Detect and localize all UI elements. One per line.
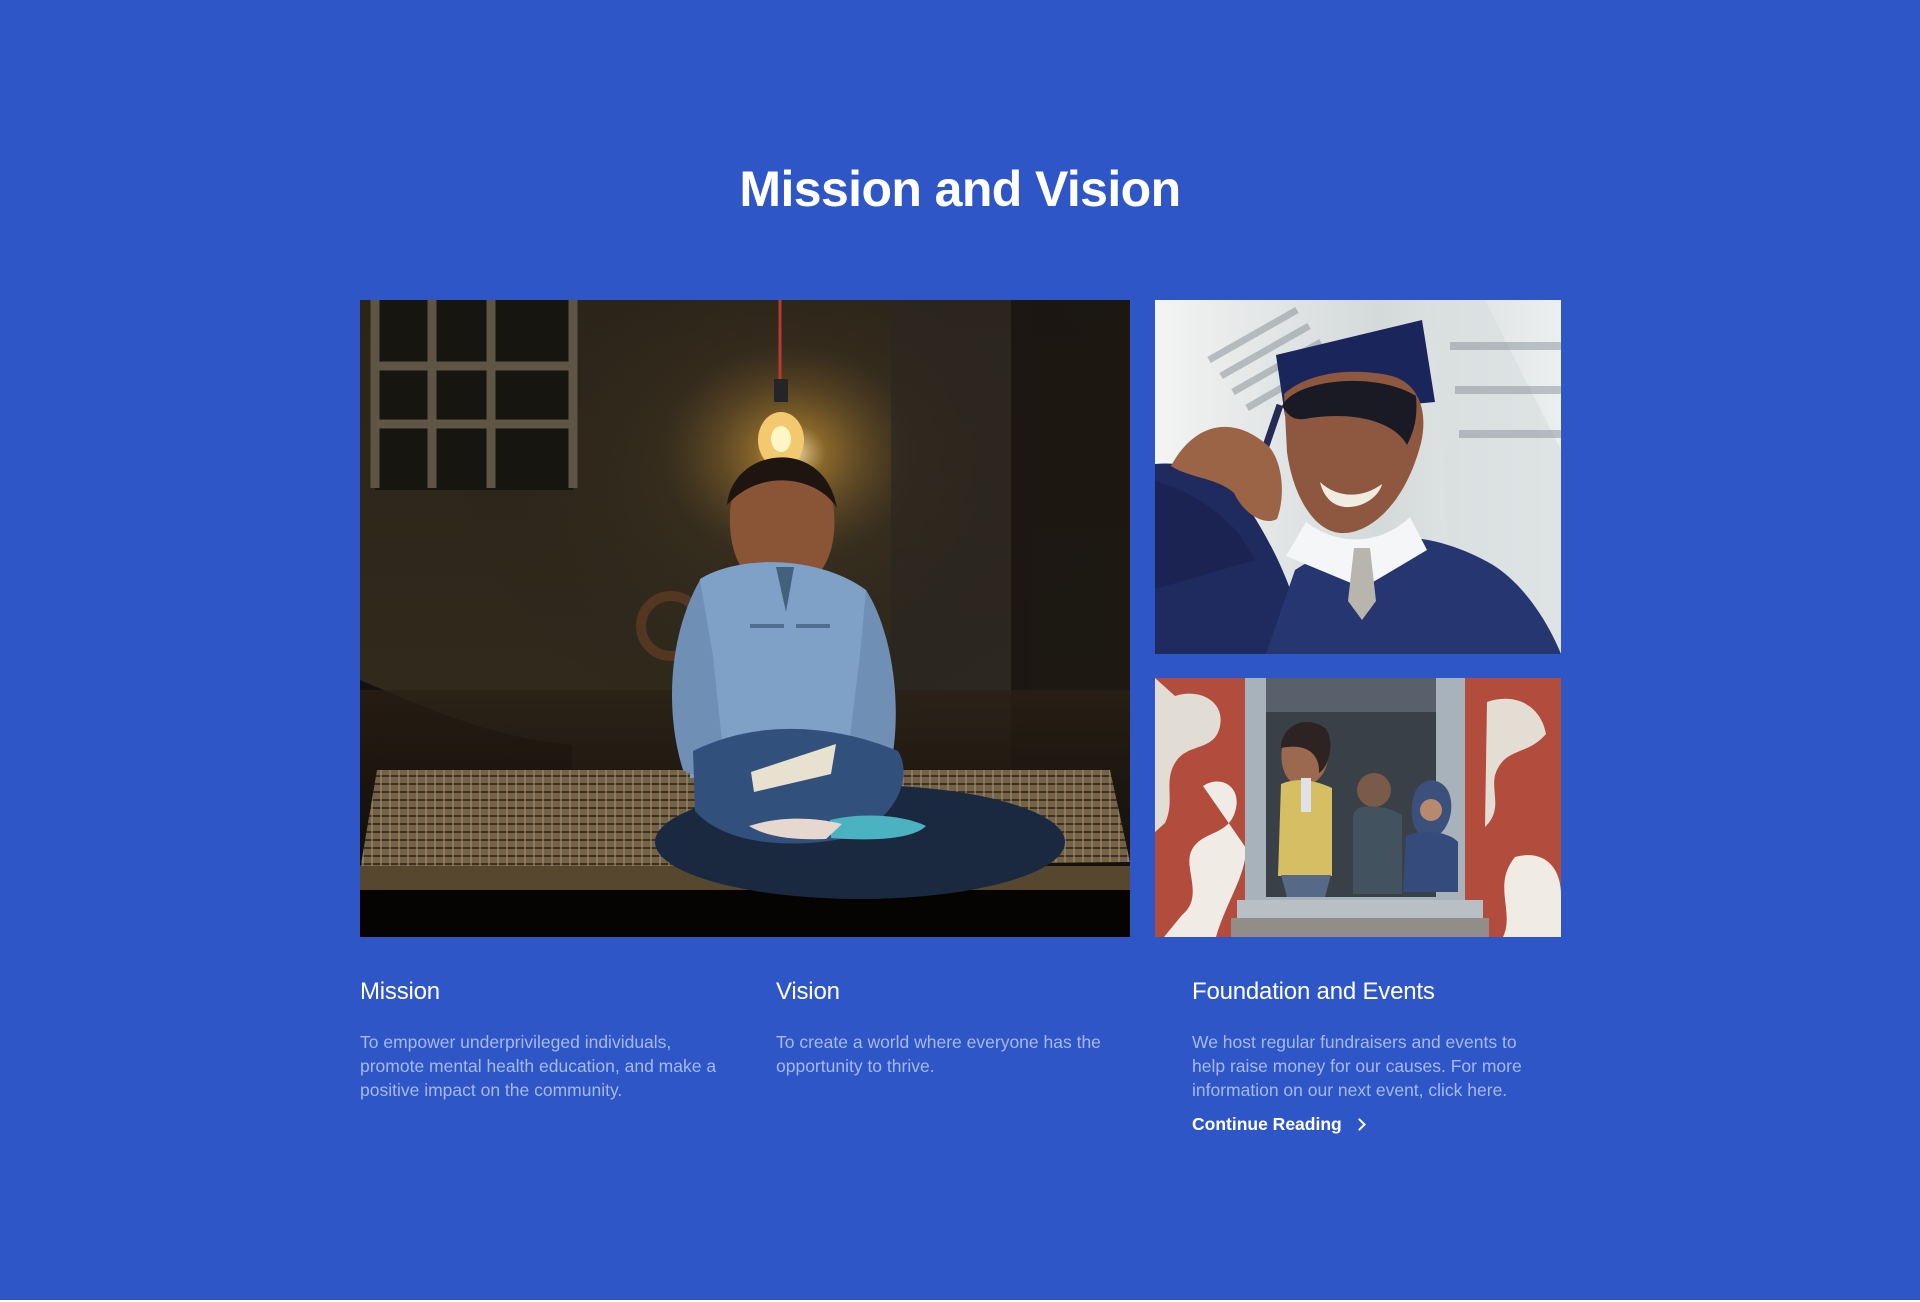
mission-text: To empower underprivileged individuals, … [360, 1032, 717, 1100]
chevron-right-icon [1352, 1117, 1366, 1131]
mission-vision-section: Mission and Vision Mission To empower un… [0, 0, 1920, 1300]
continue-reading-label: Continue Reading [1192, 1114, 1342, 1134]
mission-heading: Mission [360, 978, 440, 1005]
photo-student-reading [360, 300, 1130, 937]
section-title: Mission and Vision [739, 161, 1181, 217]
photo-graduate [1155, 300, 1561, 654]
vision-heading: Vision [776, 978, 840, 1005]
foundation-events-heading: Foundation and Events [1192, 978, 1435, 1005]
foundation-events-column: Foundation and Events We host regular fu… [1192, 976, 1552, 1136]
vision-column: Vision To create a world where everyone … [776, 976, 1136, 1078]
mission-column: Mission To empower underprivileged indiv… [360, 976, 720, 1102]
photo-children-window [1155, 678, 1561, 937]
continue-reading-link[interactable]: Continue Reading [1192, 1112, 1366, 1136]
vision-text: To create a world where everyone has the… [776, 1032, 1101, 1076]
foundation-events-text: We host regular fundraisers and events t… [1192, 1032, 1522, 1100]
